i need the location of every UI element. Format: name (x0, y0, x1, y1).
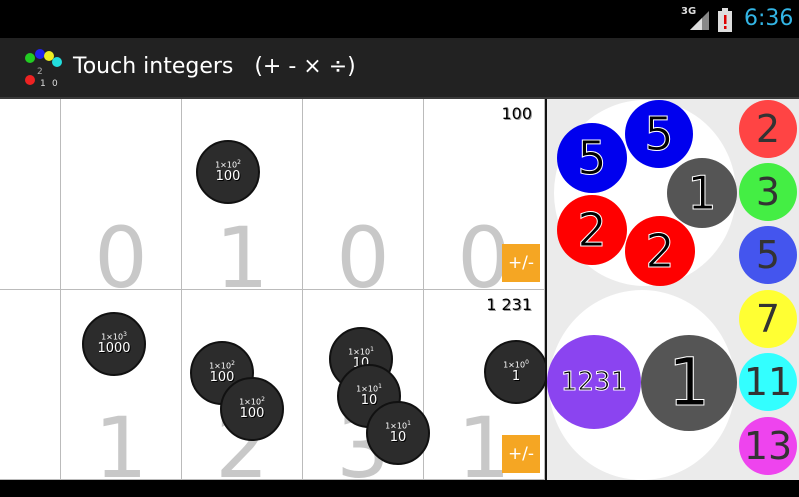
app-title: Touch integers (+ - × ÷) (73, 54, 356, 79)
sign-toggle-button[interactable]: +/- (502, 244, 540, 282)
board-cell[interactable]: 0 (303, 99, 424, 307)
chip-value: 100 (239, 405, 265, 421)
factor-ball[interactable]: 5 (557, 123, 627, 193)
svg-text:0: 0 (52, 79, 58, 89)
svg-text:1: 1 (40, 79, 46, 89)
chip-value: 1 (511, 368, 521, 384)
power-chip[interactable]: 1×100 1 (484, 340, 548, 404)
clock: 6:36 (744, 6, 794, 31)
prime-button[interactable]: 3 (739, 163, 797, 221)
chip-power: 2 (237, 159, 241, 166)
prime-button[interactable]: 11 (739, 353, 797, 411)
chip-power: 1 (378, 383, 382, 390)
svg-text:2: 2 (37, 67, 43, 77)
factor-ball[interactable]: 5 (625, 100, 693, 168)
chip-power: 0 (525, 359, 529, 366)
battery-alert-icon (718, 8, 732, 32)
board-cell[interactable] (0, 99, 61, 290)
chip-value: 10 (389, 429, 407, 445)
status-bar: 3G 6:36 (0, 0, 799, 38)
chip-power: 3 (123, 331, 127, 338)
chip-power: 1 (407, 420, 411, 427)
factor-ball[interactable]: 2 (557, 195, 627, 265)
chip-power: 2 (261, 396, 265, 403)
prime-button[interactable]: 13 (739, 417, 797, 475)
factor-ball[interactable]: 2 (625, 216, 695, 286)
factor-ball[interactable]: 1 (641, 335, 737, 431)
factor-ball[interactable]: 1231 (547, 335, 641, 429)
board-cell[interactable]: 0 (61, 99, 182, 307)
chip-value: 1000 (97, 340, 131, 356)
chip-power: 2 (231, 360, 235, 367)
power-chip[interactable]: 1×101 10 (366, 401, 430, 465)
prime-button[interactable]: 2 (739, 100, 797, 158)
row-value: 1 231 (486, 295, 532, 314)
prime-button[interactable]: 7 (739, 290, 797, 348)
power-chip[interactable]: 1×102 100 (196, 140, 260, 204)
power-chip[interactable]: 1×102 100 (220, 377, 284, 441)
factor-ball[interactable]: 1 (667, 158, 737, 228)
signal-icon (690, 11, 709, 30)
prime-palette: 2 3 5 7 11 13 (738, 99, 799, 480)
row-value: 100 (501, 104, 532, 123)
chip-power: 1 (370, 346, 374, 353)
place-value-board: 0 1 0 0 100 +/- 1 2 3 1 1 231 +/- 1×102 1… (0, 99, 548, 497)
prime-button[interactable]: 5 (739, 226, 797, 284)
sign-toggle-button[interactable]: +/- (502, 435, 540, 473)
factor-panel: 5 5 1 2 2 1231 1 (547, 99, 738, 480)
power-chip[interactable]: 1×103 1000 (82, 312, 146, 376)
place-digit: 1 (94, 399, 148, 497)
action-bar: 1 0 2 Touch integers (+ - × ÷) (0, 38, 799, 99)
board-cell[interactable] (0, 290, 61, 480)
app-logo-icon[interactable]: 1 0 2 (20, 46, 64, 90)
chip-value: 100 (215, 168, 241, 184)
